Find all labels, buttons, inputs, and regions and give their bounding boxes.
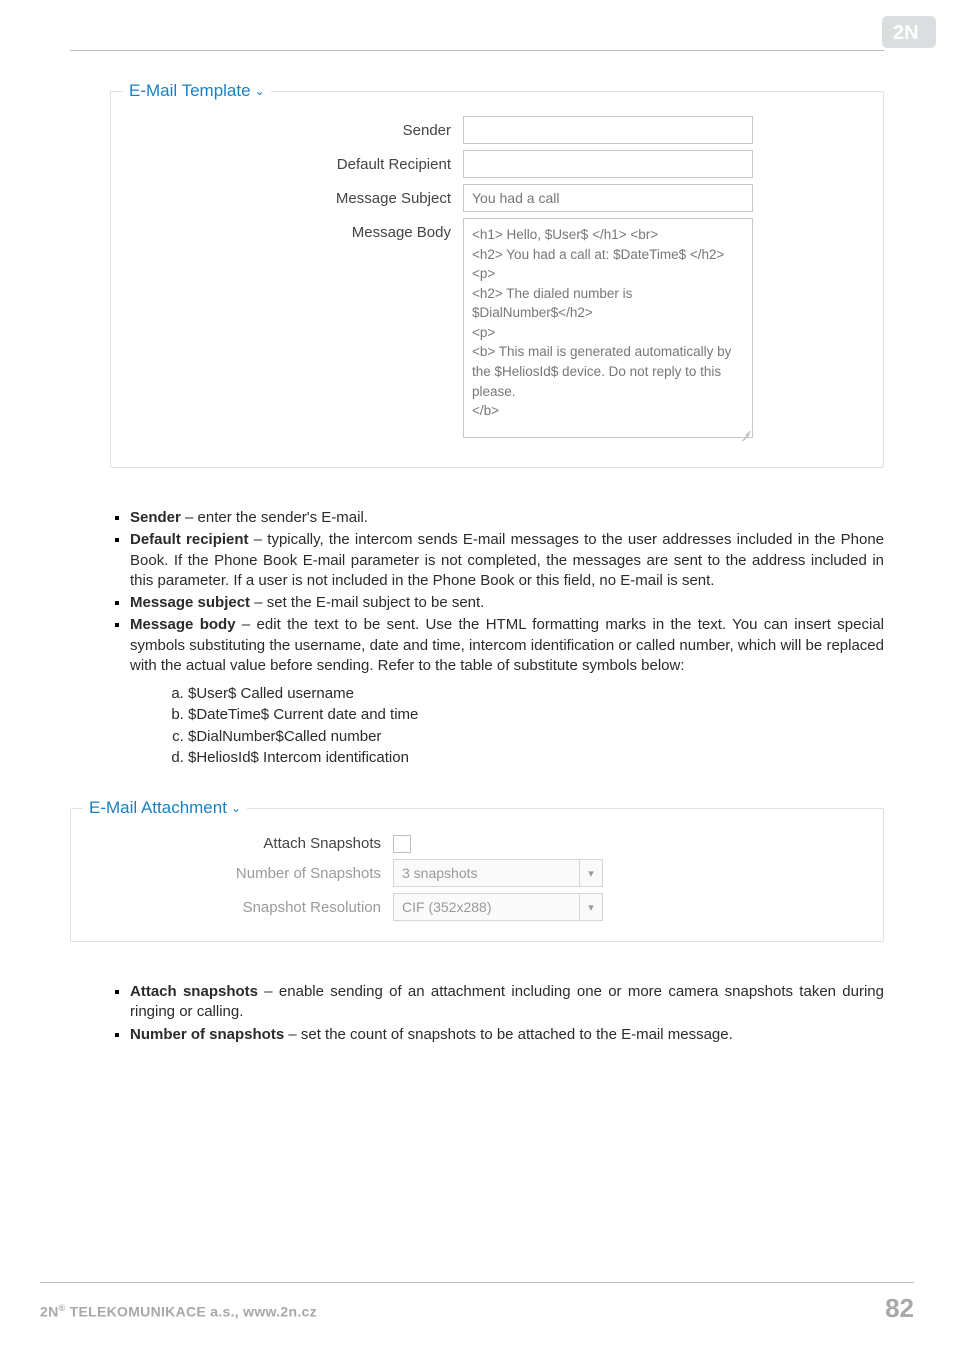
page-number: 82 xyxy=(885,1293,914,1324)
bullet-number-of-snapshots: Number of snapshots – set the count of s… xyxy=(130,1025,884,1045)
sub-heliosid: $HeliosId$ Intercom identification xyxy=(188,748,884,768)
term: Message body xyxy=(130,616,236,633)
label-sender: Sender xyxy=(121,116,463,139)
sub-user: $User$ Called username xyxy=(188,684,884,704)
term: Message subject xyxy=(130,594,250,611)
term: Sender xyxy=(130,509,181,526)
message-body-textarea[interactable] xyxy=(463,218,753,438)
select-value: CIF (352x288) xyxy=(394,899,579,915)
figure-email-template-legend: E-Mail Template ⌄ xyxy=(123,81,271,101)
label-message-body: Message Body xyxy=(121,218,463,241)
footer-company: 2N® TELEKOMUNIKACE a.s., www.2n.cz xyxy=(40,1303,317,1320)
desc: – set the E-mail subject to be sent. xyxy=(250,594,484,611)
label-snapshot-resolution: Snapshot Resolution xyxy=(81,893,393,916)
term: Attach snapshots xyxy=(130,983,258,1000)
bullet-message-body: Message body – edit the text to be sent.… xyxy=(130,615,884,676)
page-footer: 2N® TELEKOMUNIKACE a.s., www.2n.cz 82 xyxy=(40,1282,914,1324)
desc: – set the count of snapshots to be attac… xyxy=(284,1026,733,1043)
chevron-down-icon: ⌄ xyxy=(255,84,265,98)
chevron-down-icon: ▾ xyxy=(579,894,602,920)
brand-logo: 2N xyxy=(882,16,936,48)
desc: – enter the sender's E-mail. xyxy=(181,509,368,526)
attach-snapshots-checkbox[interactable] xyxy=(393,835,411,853)
figure-email-attachment-legend: E-Mail Attachment ⌄ xyxy=(83,798,247,818)
header-divider xyxy=(70,50,884,51)
term: Number of snapshots xyxy=(130,1026,284,1043)
content-block-2: Attach snapshots – enable sending of an … xyxy=(70,982,884,1045)
label-number-of-snapshots: Number of Snapshots xyxy=(81,859,393,882)
content-block-1: Sender – enter the sender's E-mail. Defa… xyxy=(70,508,884,768)
snapshot-resolution-select[interactable]: CIF (352x288) ▾ xyxy=(393,893,603,921)
bullet-sender: Sender – enter the sender's E-mail. xyxy=(130,508,884,528)
figure-email-template: E-Mail Template ⌄ Sender Default Recipie… xyxy=(110,91,884,468)
label-default-recipient: Default Recipient xyxy=(121,150,463,173)
bullet-attach-snapshots: Attach snapshots – enable sending of an … xyxy=(130,982,884,1023)
term: Default recipient xyxy=(130,531,249,548)
label-attach-snapshots: Attach Snapshots xyxy=(81,829,393,852)
chevron-down-icon: ▾ xyxy=(579,860,602,886)
legend-text: E-Mail Template xyxy=(129,81,251,101)
chevron-down-icon: ⌄ xyxy=(231,801,241,815)
label-message-subject: Message Subject xyxy=(121,184,463,207)
message-subject-input[interactable] xyxy=(463,184,753,212)
legend-text: E-Mail Attachment xyxy=(89,798,227,818)
desc: – edit the text to be sent. Use the HTML… xyxy=(130,616,884,674)
substitute-symbols-list: $User$ Called username $DateTime$ Curren… xyxy=(70,684,884,768)
sender-input[interactable] xyxy=(463,116,753,144)
sub-datetime: $DateTime$ Current date and time xyxy=(188,705,884,725)
bullet-message-subject: Message subject – set the E-mail subject… xyxy=(130,593,884,613)
select-value: 3 snapshots xyxy=(394,865,579,881)
number-of-snapshots-select[interactable]: 3 snapshots ▾ xyxy=(393,859,603,887)
bullet-default-recipient: Default recipient – typically, the inter… xyxy=(130,530,884,591)
default-recipient-input[interactable] xyxy=(463,150,753,178)
svg-text:2N: 2N xyxy=(893,22,919,44)
figure-email-attachment: E-Mail Attachment ⌄ Attach Snapshots Num… xyxy=(70,808,884,942)
sub-dialnumber: $DialNumber$Called number xyxy=(188,727,884,747)
